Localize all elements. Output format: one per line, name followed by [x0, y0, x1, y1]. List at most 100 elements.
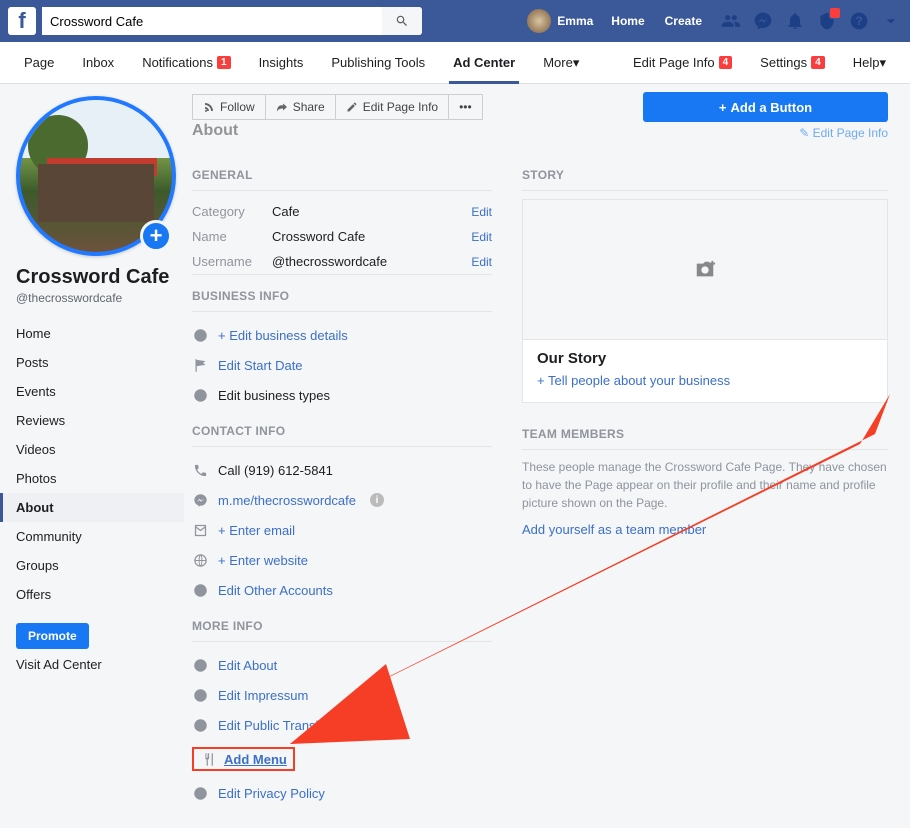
email-row[interactable]: + Enter email — [192, 515, 492, 545]
settings-count: 4 — [811, 56, 825, 69]
messages-icon[interactable] — [752, 10, 774, 32]
notifications-count: 1 — [217, 56, 231, 69]
leftnav-events[interactable]: Events — [0, 377, 184, 406]
more-actions-button[interactable]: ••• — [449, 94, 483, 120]
search-icon — [395, 14, 409, 28]
edit-category[interactable]: Edit — [471, 205, 492, 219]
tab-adcenter[interactable]: Ad Center — [449, 42, 519, 84]
facebook-logo[interactable]: f — [8, 7, 36, 35]
phone-icon — [193, 463, 208, 478]
team-description: These people manage the Crossword Cafe P… — [522, 458, 888, 512]
tab-insights[interactable]: Insights — [255, 42, 308, 84]
avatar — [527, 9, 551, 33]
add-photo-icon[interactable]: + — [140, 220, 172, 252]
tab-help[interactable]: Help ▾ — [849, 42, 890, 84]
edit-impressum-row[interactable]: Edit Impressum — [192, 680, 492, 710]
tab-settings[interactable]: Settings4 — [756, 42, 829, 84]
leftnav-reviews[interactable]: Reviews — [0, 406, 184, 435]
left-column: + Crossword Cafe @thecrosswordcafe HomeP… — [0, 84, 184, 828]
messenger-icon — [193, 493, 208, 508]
left-nav: HomePostsEventsReviewsVideosPhotosAboutC… — [0, 319, 184, 609]
leftnav-posts[interactable]: Posts — [0, 348, 184, 377]
accounts-icon — [193, 583, 208, 598]
info-icon — [193, 718, 208, 733]
leftnav-home[interactable]: Home — [0, 319, 184, 348]
leftnav-community[interactable]: Community — [0, 522, 184, 551]
profile-photo[interactable]: + — [16, 96, 176, 256]
svg-text:?: ? — [855, 15, 862, 28]
edit-start-date[interactable]: Edit Start Date — [192, 350, 492, 380]
info-icon — [193, 328, 208, 343]
info-icon — [193, 658, 208, 673]
edit-page-info-link[interactable]: ✎ Edit Page Info — [799, 126, 888, 140]
general-heading: GENERAL — [192, 168, 492, 182]
add-a-button[interactable]: + Add a Button — [643, 92, 888, 122]
utensils-icon — [201, 752, 216, 767]
search-button[interactable] — [382, 7, 422, 35]
tab-notifications[interactable]: Notifications1 — [138, 42, 234, 84]
edit-username[interactable]: Edit — [471, 255, 492, 269]
story-tell-link[interactable]: + Tell people about your business — [537, 373, 873, 388]
search-box — [42, 7, 422, 35]
story-heading: STORY — [522, 168, 888, 182]
tab-more[interactable]: More ▾ — [539, 42, 583, 84]
row-category: Category Cafe Edit — [192, 199, 492, 224]
phone-row[interactable]: Call (919) 612-5841 — [192, 455, 492, 485]
privacy-icon — [193, 786, 208, 801]
leftnav-videos[interactable]: Videos — [0, 435, 184, 464]
edit-transit-row[interactable]: Edit Public Transit — [192, 710, 492, 740]
edit-about-row[interactable]: Edit About — [192, 650, 492, 680]
menu-caret-icon[interactable] — [880, 10, 902, 32]
search-input[interactable] — [42, 7, 382, 35]
pencil-icon — [346, 101, 358, 113]
tab-editpageinfo[interactable]: Edit Page Info4 — [629, 42, 736, 84]
tab-publishing[interactable]: Publishing Tools — [327, 42, 429, 84]
tab-inbox[interactable]: Inbox — [78, 42, 118, 84]
other-accounts-row[interactable]: Edit Other Accounts — [192, 575, 492, 605]
edit-privacy-row[interactable]: Edit Privacy Policy — [192, 778, 492, 808]
top-nav: f Emma Home Create ? — [0, 0, 910, 42]
info-icon — [193, 388, 208, 403]
tab-page[interactable]: Page — [20, 42, 58, 84]
editpageinfo-count: 4 — [719, 56, 733, 69]
profile-name: Emma — [557, 14, 593, 28]
page-tabs: Page Inbox Notifications1 Insights Publi… — [0, 42, 910, 84]
nav-home[interactable]: Home — [601, 14, 654, 28]
rss-icon — [203, 101, 215, 113]
website-row[interactable]: + Enter website — [192, 545, 492, 575]
follow-button[interactable]: Follow — [192, 94, 266, 120]
story-add-image[interactable] — [523, 200, 887, 340]
page-handle[interactable]: @thecrosswordcafe — [16, 291, 176, 305]
quick-help-icon[interactable] — [816, 10, 838, 32]
page-title: Crossword Cafe — [16, 266, 176, 289]
badge-dot — [829, 7, 841, 19]
action-buttons: Follow Share Edit Page Info ••• — [192, 94, 483, 120]
messenger-row[interactable]: m.me/thecrosswordcafei — [192, 485, 492, 515]
help-icon[interactable]: ? — [848, 10, 870, 32]
add-menu-row[interactable]: Add Menu — [192, 740, 492, 778]
edit-name[interactable]: Edit — [471, 230, 492, 244]
add-image-icon — [694, 259, 716, 281]
mail-icon — [193, 523, 208, 538]
edit-business-details[interactable]: + Edit business details — [192, 320, 492, 350]
promote-button[interactable]: Promote — [16, 623, 89, 649]
leftnav-groups[interactable]: Groups — [0, 551, 184, 580]
team-add-link[interactable]: Add yourself as a team member — [522, 522, 888, 537]
leftnav-photos[interactable]: Photos — [0, 464, 184, 493]
story-box: Our Story + Tell people about your busin… — [522, 199, 888, 403]
share-button[interactable]: Share — [266, 94, 336, 120]
profile-link[interactable]: Emma — [519, 9, 601, 33]
edit-business-types[interactable]: Edit business types — [192, 380, 492, 410]
leftnav-about[interactable]: About — [0, 493, 184, 522]
nav-create[interactable]: Create — [655, 14, 712, 28]
main-column: Follow Share Edit Page Info ••• + Add a … — [184, 84, 910, 828]
business-heading: BUSINESS INFO — [192, 289, 492, 303]
visit-ad-center-link[interactable]: Visit Ad Center — [16, 657, 102, 672]
notifications-icon[interactable] — [784, 10, 806, 32]
leftnav-offers[interactable]: Offers — [0, 580, 184, 609]
edit-page-info-button[interactable]: Edit Page Info — [336, 94, 449, 120]
info-icon — [193, 688, 208, 703]
row-username: Username @thecrosswordcafe Edit — [192, 249, 492, 274]
friends-icon[interactable] — [720, 10, 742, 32]
info-badge: i — [370, 493, 384, 507]
